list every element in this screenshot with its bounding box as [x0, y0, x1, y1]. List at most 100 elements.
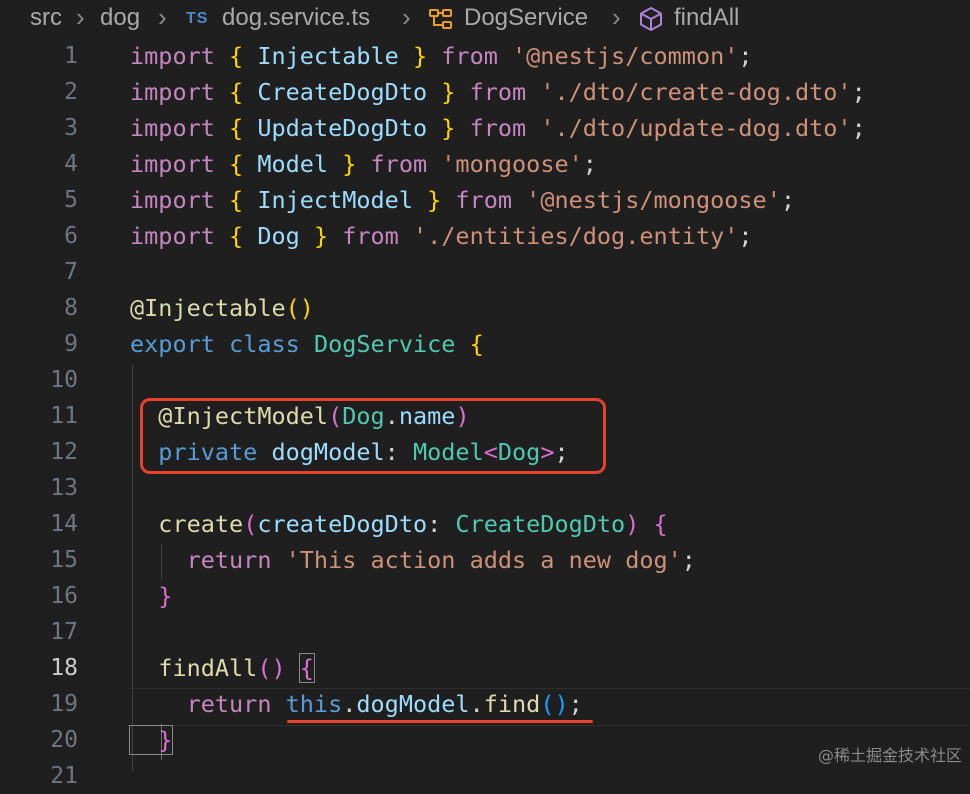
- code-token: ;: [851, 78, 866, 106]
- class-symbol-icon: [429, 9, 452, 29]
- breadcrumb-src[interactable]: src: [30, 4, 62, 32]
- breadcrumb-class[interactable]: DogService: [464, 4, 588, 32]
- line-number: 19: [50, 691, 78, 717]
- code-token: ): [625, 510, 640, 538]
- code-line[interactable]: 10: [0, 362, 970, 398]
- code-token: Model: [257, 150, 329, 178]
- code-token: }: [128, 725, 174, 755]
- line-number: 3: [64, 115, 78, 141]
- code-token: {: [229, 222, 258, 250]
- code-token: {: [229, 78, 258, 106]
- code-line[interactable]: 16 }: [0, 578, 970, 614]
- line-number: 14: [50, 511, 78, 537]
- code-text: import { Injectable } from '@nestjs/comm…: [130, 38, 753, 74]
- code-token: 'mongoose': [441, 150, 583, 178]
- code-text: import { Dog } from './entities/dog.enti…: [130, 218, 753, 254]
- code-token: }: [328, 150, 357, 178]
- code-line[interactable]: 6 import { Dog } from './entities/dog.ent…: [0, 218, 970, 254]
- breadcrumb-dog[interactable]: dog: [100, 4, 140, 32]
- code-token: createDogDto: [257, 510, 428, 538]
- chevron-right-icon: ›: [612, 2, 621, 32]
- code-token: return: [130, 690, 286, 718]
- code-token: ;: [568, 690, 583, 718]
- code-token: {: [455, 330, 484, 358]
- line-number: 20: [50, 727, 78, 753]
- code-token: .: [469, 690, 484, 718]
- line-number: 17: [50, 619, 78, 645]
- line-number: 10: [50, 367, 78, 393]
- code-token: import: [130, 222, 230, 250]
- line-number: 16: [50, 583, 78, 609]
- code-token: CreateDogDto: [455, 510, 626, 538]
- code-token: '@nestjs/mongoose': [526, 186, 781, 214]
- code-token: ;: [851, 114, 866, 142]
- code-token: (): [257, 654, 286, 682]
- code-line[interactable]: 9 export class DogService {: [0, 326, 970, 362]
- code-token: .: [342, 690, 357, 718]
- line-number: 18: [50, 655, 78, 681]
- code-token: create: [130, 510, 244, 538]
- code-line[interactable]: 15 return 'This action adds a new dog';: [0, 542, 970, 578]
- code-line[interactable]: 19 return this.dogModel.find();: [0, 686, 970, 722]
- code-token: dogModel: [356, 690, 470, 718]
- code-token: this: [285, 690, 343, 718]
- code-token: from: [455, 78, 541, 106]
- code-text: }: [128, 722, 174, 758]
- code-line[interactable]: 8 @Injectable(): [0, 290, 970, 326]
- line-number: 4: [64, 151, 78, 177]
- code-line[interactable]: 1 import { Injectable } from '@nestjs/com…: [0, 38, 970, 74]
- code-token: {: [229, 186, 258, 214]
- line-number: 5: [64, 187, 78, 213]
- line-number: 21: [50, 763, 78, 789]
- code-line[interactable]: 18 findAll() {: [0, 650, 970, 686]
- code-token: UpdateDogDto: [257, 114, 428, 142]
- code-token: {: [229, 150, 258, 178]
- line-number: 7: [64, 259, 78, 285]
- line-number: 15: [50, 547, 78, 573]
- annotation-box: [140, 398, 606, 474]
- breadcrumb-method[interactable]: findAll: [674, 4, 739, 32]
- code-text: import { CreateDogDto } from './dto/crea…: [130, 74, 866, 110]
- code-line[interactable]: 3 import { UpdateDogDto } from './dto/upd…: [0, 110, 970, 146]
- code-text: }: [130, 578, 172, 614]
- code-token: class: [229, 330, 314, 358]
- code-line[interactable]: 17: [0, 614, 970, 650]
- code-line[interactable]: 4 import { Model } from 'mongoose';: [0, 146, 970, 182]
- line-number: 1: [64, 43, 78, 69]
- code-token: Dog: [257, 222, 300, 250]
- code-text: findAll() {: [130, 650, 315, 686]
- code-token: import: [130, 42, 230, 70]
- breadcrumb: src › dog › TS dog.service.ts › DogServi…: [0, 0, 970, 38]
- line-number: 9: [64, 331, 78, 357]
- breadcrumb-file[interactable]: dog.service.ts: [222, 4, 370, 32]
- line-number: 2: [64, 79, 78, 105]
- code-token: :: [427, 510, 456, 538]
- code-token: ;: [738, 42, 753, 70]
- code-token: (): [540, 690, 569, 718]
- code-token: }: [412, 186, 442, 214]
- code-token: './entities/dog.entity': [412, 222, 739, 250]
- code-token: (: [243, 510, 258, 538]
- code-line[interactable]: 2 import { CreateDogDto } from './dto/cre…: [0, 74, 970, 110]
- code-token: import: [130, 78, 230, 106]
- code-line[interactable]: 7: [0, 254, 970, 290]
- method-symbol-icon: [640, 7, 662, 31]
- code-token: return: [130, 546, 286, 574]
- annotation-underline: [287, 720, 593, 723]
- code-token: CreateDogDto: [257, 78, 428, 106]
- code-line[interactable]: 13: [0, 470, 970, 506]
- code-token: DogService: [313, 330, 456, 358]
- line-number: 13: [50, 475, 78, 501]
- code-line[interactable]: 5 import { InjectModel } from '@nestjs/mo…: [0, 182, 970, 218]
- typescript-file-icon: TS: [186, 10, 209, 27]
- code-token: InjectModel: [257, 186, 413, 214]
- line-number: 8: [64, 295, 78, 321]
- code-line[interactable]: 14 create(createDogDto: CreateDogDto) {: [0, 506, 970, 542]
- code-text: return 'This action adds a new dog';: [130, 542, 696, 578]
- code-token: }: [398, 42, 428, 70]
- code-token: findAll: [130, 654, 258, 682]
- code-text: import { Model } from 'mongoose';: [130, 146, 597, 182]
- code-token: ;: [738, 222, 753, 250]
- code-token: import: [130, 114, 230, 142]
- code-token: {: [639, 510, 668, 538]
